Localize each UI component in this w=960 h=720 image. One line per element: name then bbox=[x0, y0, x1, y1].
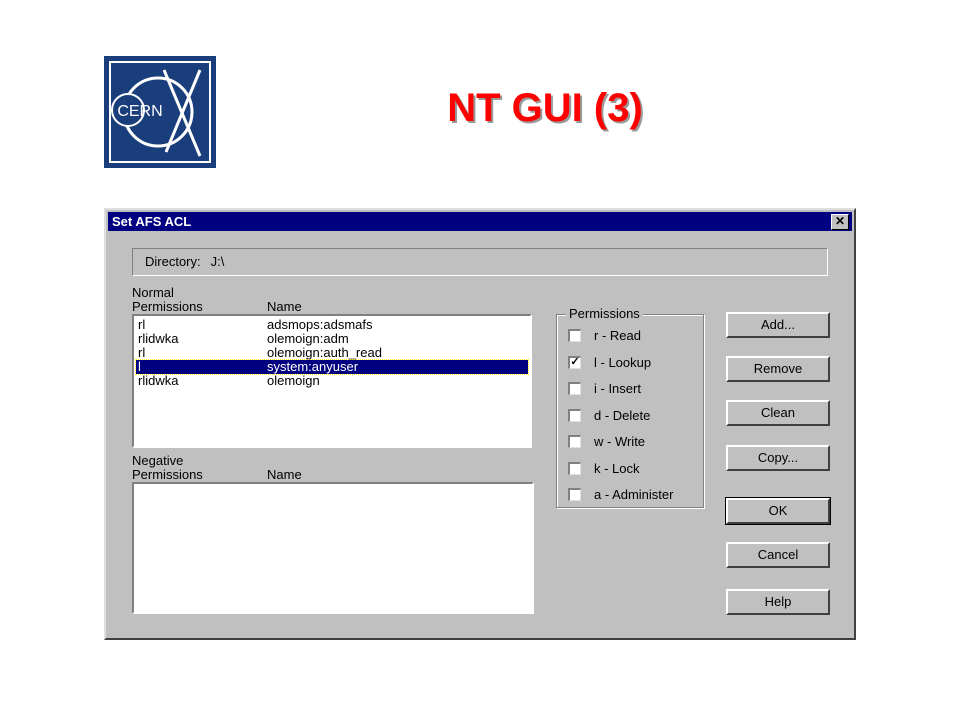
checkbox-label: a - Administer bbox=[594, 487, 674, 502]
directory-value: J:\ bbox=[210, 254, 225, 269]
checkbox-label: i - Insert bbox=[594, 381, 641, 396]
row-permissions: rlidwka bbox=[138, 373, 179, 388]
cern-logo: CERN bbox=[104, 56, 216, 168]
check-icon: ✓ bbox=[570, 355, 580, 368]
help-button[interactable]: Help bbox=[726, 589, 830, 615]
checkbox-label: r - Read bbox=[594, 328, 641, 343]
row-name: olemoign bbox=[267, 373, 320, 388]
copy-button[interactable]: Copy... bbox=[726, 445, 830, 471]
checkbox-box[interactable] bbox=[568, 329, 581, 342]
add-button[interactable]: Add... bbox=[726, 312, 830, 338]
checkbox-box[interactable] bbox=[568, 435, 581, 448]
cancel-button-label: Cancel bbox=[757, 547, 799, 562]
row-permissions: l bbox=[138, 359, 141, 374]
cancel-button[interactable]: Cancel bbox=[726, 542, 830, 568]
normal-permissions-list[interactable]: rl adsmops:adsmafs rlidwka olemoign:adm rl ol… bbox=[132, 314, 532, 448]
checkbox-box[interactable] bbox=[568, 408, 581, 422]
normal-permissions-column-header: Permissions bbox=[132, 299, 203, 314]
set-afs-acl-dialog: Set AFS ACL ✕ Directory: J:\ Normal Permi… bbox=[104, 208, 856, 640]
row-permissions: rlidwka bbox=[138, 331, 179, 346]
table-row[interactable]: rlidwka olemoign:adm bbox=[136, 332, 528, 346]
close-button[interactable]: ✕ bbox=[831, 214, 849, 230]
checkbox-label: w - Write bbox=[594, 434, 646, 449]
table-row[interactable]: rlidwka olemoign bbox=[136, 374, 528, 388]
clean-button[interactable]: Clean bbox=[726, 400, 830, 426]
ok-button-label: OK bbox=[768, 503, 788, 518]
copy-button-label: Copy... bbox=[757, 450, 799, 465]
checkbox-box[interactable] bbox=[568, 382, 581, 395]
row-name: adsmops:adsmafs bbox=[267, 317, 373, 332]
checkbox-box[interactable] bbox=[568, 461, 581, 475]
checkbox-label: k - Lock bbox=[594, 460, 640, 476]
dialog-titlebar[interactable]: Set AFS ACL ✕ bbox=[108, 212, 852, 231]
checkbox-box[interactable] bbox=[568, 488, 581, 501]
negative-permissions-list[interactable] bbox=[132, 482, 534, 614]
row-name: olemoign:auth_read bbox=[267, 345, 382, 360]
row-permissions: rl bbox=[138, 345, 146, 360]
table-row[interactable]: rl adsmops:adsmafs bbox=[136, 318, 528, 332]
add-button-label: Add... bbox=[761, 317, 795, 332]
remove-button[interactable]: Remove bbox=[726, 356, 830, 382]
slide-title: NT GUI (3) bbox=[447, 86, 643, 130]
checkbox-label: d - Delete bbox=[594, 407, 651, 423]
negative-name-column-header: Name bbox=[267, 467, 302, 482]
row-name: system:anyuser bbox=[267, 359, 359, 374]
directory-field: Directory: J:\ bbox=[132, 248, 828, 276]
clean-button-label: Clean bbox=[761, 405, 795, 420]
table-row[interactable]: l system:anyuser bbox=[135, 359, 529, 375]
normal-name-column-header: Name bbox=[267, 299, 302, 314]
close-icon: ✕ bbox=[834, 214, 846, 228]
help-button-label: Help bbox=[764, 594, 792, 609]
negative-header-label: Negative bbox=[132, 453, 184, 468]
permissions-group-label: Permissions bbox=[566, 306, 643, 322]
logo-text: CERN bbox=[117, 103, 162, 120]
ok-button[interactable]: OK bbox=[725, 497, 831, 525]
normal-header-label: Normal bbox=[132, 285, 174, 300]
row-name: olemoign:adm bbox=[267, 331, 349, 346]
remove-button-label: Remove bbox=[753, 361, 803, 376]
checkbox-box[interactable]: ✓ bbox=[568, 355, 581, 369]
checkbox-label: l - Lookup bbox=[594, 354, 652, 370]
negative-permissions-column-header: Permissions bbox=[132, 467, 203, 482]
directory-label: Directory: bbox=[145, 254, 201, 269]
row-permissions: rl bbox=[138, 317, 146, 332]
table-row[interactable]: rl olemoign:auth_read bbox=[136, 346, 528, 360]
dialog-title: Set AFS ACL bbox=[112, 214, 192, 229]
